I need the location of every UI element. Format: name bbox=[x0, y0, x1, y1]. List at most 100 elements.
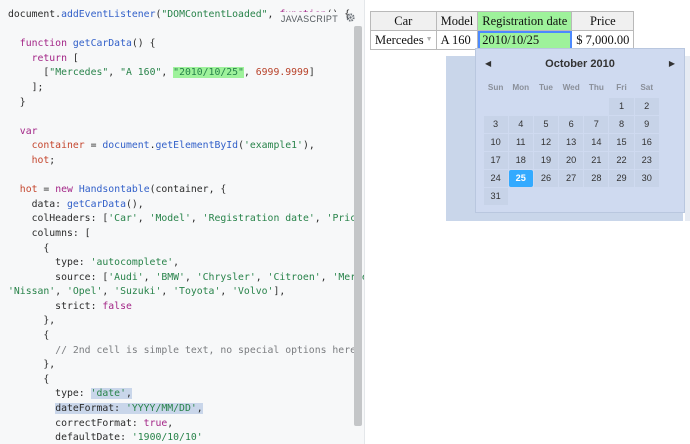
weekday-header-row: Sun Mon Tue Wed Thu Fri Sat bbox=[483, 79, 659, 97]
calendar-empty-cell bbox=[609, 187, 634, 205]
code-line: function getCarData() { bbox=[8, 37, 350, 52]
code-token: ] bbox=[308, 67, 315, 79]
code-token: function bbox=[19, 38, 67, 50]
code-line: // 2nd cell is simple text, no special o… bbox=[8, 344, 356, 359]
calendar-day[interactable]: 20 bbox=[559, 151, 584, 169]
code-token: 'Citroen' bbox=[267, 271, 321, 283]
calendar-day[interactable]: 27 bbox=[559, 169, 584, 187]
calendar-day[interactable]: 5 bbox=[533, 115, 559, 133]
calendar-day[interactable]: 10 bbox=[483, 133, 508, 151]
calendar-day[interactable]: 29 bbox=[609, 169, 634, 187]
code-token: '1900/10/10' bbox=[131, 432, 203, 444]
calendar-day[interactable]: 22 bbox=[609, 151, 634, 169]
handsontable-grid[interactable]: Car Model Registration date Price Merced… bbox=[370, 11, 635, 50]
calendar-day[interactable]: 2 bbox=[634, 97, 659, 115]
code-token: , bbox=[243, 67, 256, 79]
code-token: correctFormat: bbox=[8, 417, 144, 429]
code-token: ], bbox=[273, 286, 286, 298]
gear-icon[interactable] bbox=[345, 12, 356, 23]
code-token: return bbox=[31, 52, 67, 64]
code-editor[interactable]: document.addEventListener("DOMContentLoa… bbox=[8, 8, 364, 444]
calendar-day[interactable]: 1 bbox=[609, 97, 634, 115]
code-line: }, bbox=[8, 358, 350, 373]
calendar-empty-cell bbox=[634, 187, 659, 205]
calendar-day[interactable]: 13 bbox=[559, 133, 584, 151]
code-line: ]; bbox=[8, 81, 350, 96]
calendar-day[interactable]: 16 bbox=[634, 133, 659, 151]
code-token: { bbox=[8, 242, 50, 254]
code-scrollbar[interactable] bbox=[354, 26, 362, 428]
code-scrollbar-thumb[interactable] bbox=[354, 26, 362, 426]
datepicker-title: October 2010 bbox=[545, 58, 615, 70]
code-line: hot; bbox=[8, 154, 350, 169]
code-token: document bbox=[102, 140, 150, 152]
code-line: dateFormat: 'YYYY/MM/DD', bbox=[8, 402, 350, 417]
calendar-day[interactable]: 12 bbox=[533, 133, 559, 151]
calendar-empty-cell bbox=[508, 97, 533, 115]
cell-model[interactable]: A 160 bbox=[435, 30, 479, 50]
calendar-grid: Sun Mon Tue Wed Thu Fri Sat 1 2 3 4 5 6 7 8 9 10 11 12 13 14… bbox=[483, 79, 659, 205]
code-token: 'Volvo' bbox=[232, 286, 274, 298]
column-header-price[interactable]: Price bbox=[571, 11, 635, 31]
weekday-label: Thu bbox=[588, 83, 604, 92]
code-token: source: [ bbox=[8, 271, 109, 283]
cell-car[interactable]: Mercedes ▼ bbox=[370, 30, 437, 50]
calendar-day[interactable]: 21 bbox=[584, 151, 609, 169]
calendar-day[interactable]: 15 bbox=[609, 133, 634, 151]
weekday-label: Sat bbox=[640, 83, 654, 92]
calendar-day[interactable]: 6 bbox=[559, 115, 584, 133]
code-line: return [ bbox=[8, 52, 350, 67]
datepicker[interactable]: ◀ October 2010 ▶ Sun Mon Tue Wed Thu Fri Sat 1 2… bbox=[475, 48, 685, 213]
code-token: }, bbox=[8, 359, 56, 371]
code-token: 'autocomplete' bbox=[90, 257, 174, 269]
calendar-day[interactable]: 3 bbox=[483, 115, 508, 133]
calendar-day[interactable]: 18 bbox=[508, 151, 533, 169]
code-token: , bbox=[167, 417, 174, 429]
weekday-label: Tue bbox=[538, 83, 553, 92]
column-header-registration-date[interactable]: Registration date bbox=[477, 11, 573, 31]
calendar-day[interactable]: 14 bbox=[584, 133, 609, 151]
column-header-model[interactable]: Model bbox=[435, 11, 479, 31]
code-token: 6999.9999 bbox=[255, 67, 309, 79]
code-token: 'example1' bbox=[243, 140, 303, 152]
calendar-day[interactable]: 4 bbox=[508, 115, 533, 133]
next-month-icon[interactable]: ▶ bbox=[669, 59, 675, 68]
autocomplete-arrow-icon[interactable]: ▼ bbox=[426, 35, 433, 43]
code-token: , bbox=[320, 271, 333, 283]
code-token: data: bbox=[8, 198, 67, 210]
code-line: } bbox=[8, 96, 350, 111]
code-token: getCarData bbox=[72, 38, 132, 50]
code-token: hot bbox=[19, 184, 38, 196]
calendar-day[interactable]: 7 bbox=[584, 115, 609, 133]
calendar-day[interactable]: 11 bbox=[508, 133, 533, 151]
code-token: addEventListener bbox=[61, 9, 156, 20]
cell-price[interactable]: $ 7,000.00 bbox=[571, 30, 635, 50]
calendar-empty-cell bbox=[584, 187, 609, 205]
code-token: "DOMContentLoaded" bbox=[161, 9, 268, 20]
calendar-day-selected[interactable]: 25 bbox=[508, 169, 533, 187]
code-token: , bbox=[161, 67, 174, 79]
calendar-day[interactable]: 8 bbox=[609, 115, 634, 133]
calendar-day[interactable]: 17 bbox=[483, 151, 508, 169]
calendar-day[interactable]: 24 bbox=[483, 169, 508, 187]
cell-registration-date[interactable]: 2010/10/25 bbox=[477, 30, 573, 50]
calendar-day[interactable]: 19 bbox=[533, 151, 559, 169]
calendar-day[interactable]: 31 bbox=[483, 187, 508, 205]
calendar-day[interactable]: 28 bbox=[584, 169, 609, 187]
code-token: 'YYYY/MM/DD' bbox=[125, 403, 197, 415]
calendar-day[interactable]: 26 bbox=[533, 169, 559, 187]
code-token: { bbox=[8, 373, 50, 385]
calendar-day[interactable]: 23 bbox=[634, 151, 659, 169]
code-token: () { bbox=[131, 38, 156, 50]
code-line: type: 'date', bbox=[8, 387, 350, 402]
code-token: ), bbox=[302, 140, 315, 152]
code-line: data: getCarData(), bbox=[8, 198, 350, 213]
code-line: type: 'autocomplete', bbox=[8, 256, 350, 271]
code-token: type: bbox=[8, 257, 91, 269]
column-header-car[interactable]: Car bbox=[370, 11, 437, 31]
calendar-day[interactable]: 30 bbox=[634, 169, 659, 187]
calendar-day[interactable]: 9 bbox=[634, 115, 659, 133]
